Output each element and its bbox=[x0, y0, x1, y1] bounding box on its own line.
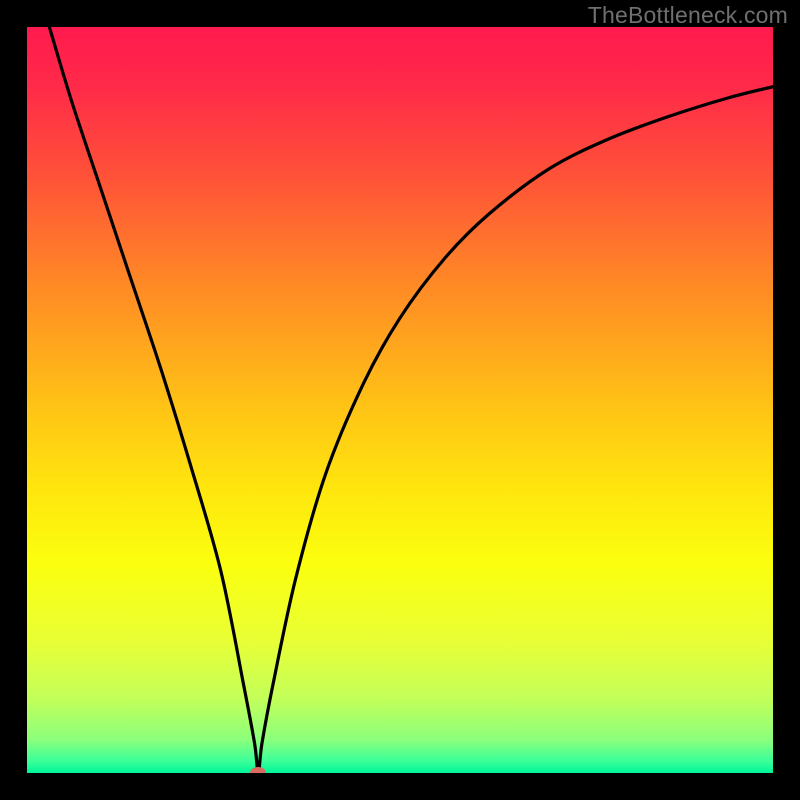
watermark-text: TheBottleneck.com bbox=[588, 2, 788, 29]
optimum-marker bbox=[250, 767, 266, 773]
plot-area bbox=[27, 27, 773, 773]
bottleneck-curve bbox=[27, 27, 773, 773]
